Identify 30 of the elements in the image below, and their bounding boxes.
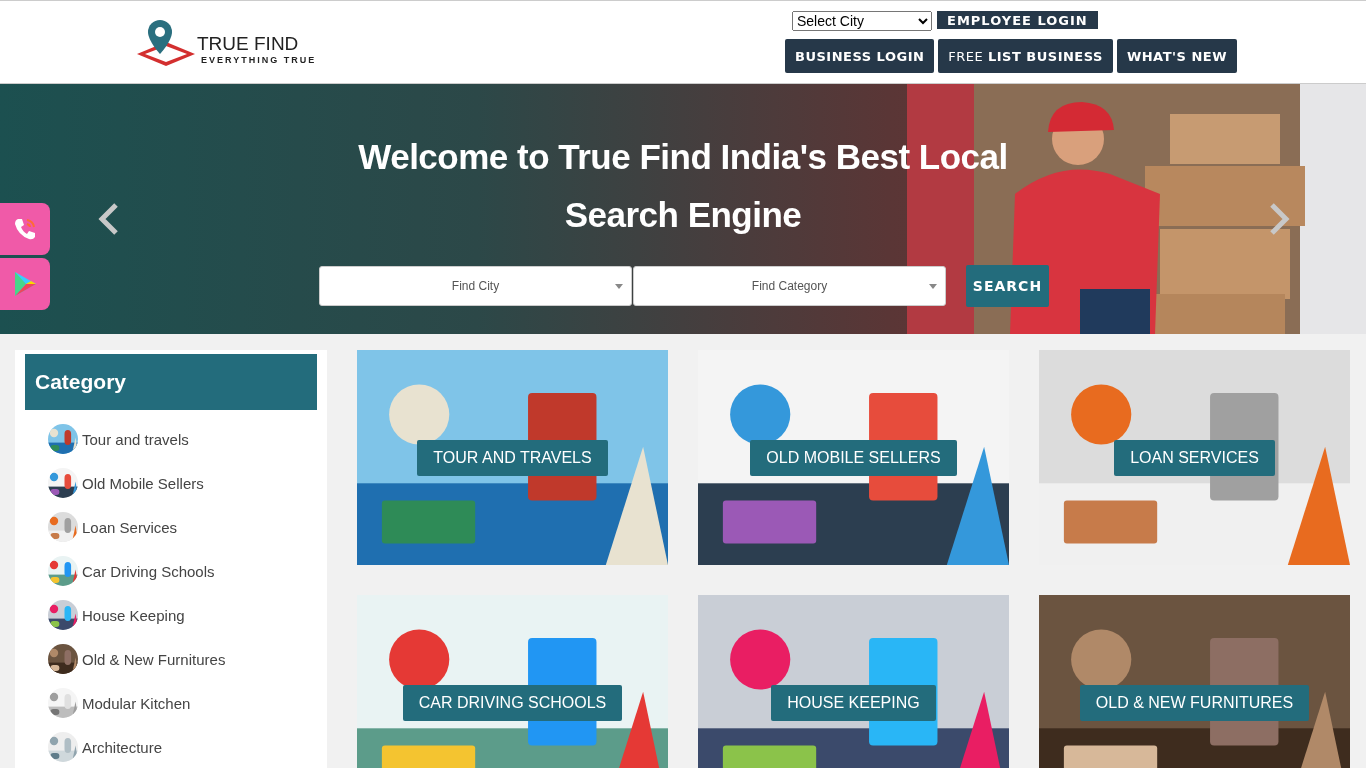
category-heading: Category [25,354,317,410]
dropdown-field[interactable]: Find City [319,266,632,306]
category-card-button[interactable]: TOUR AND TRAVELS [417,439,608,476]
nav-button[interactable]: WHAT'S NEW [1116,39,1237,73]
category-card-button[interactable]: CAR DRIVING SCHOOLS [402,684,623,721]
phone-icon [12,216,38,242]
category-card-button[interactable]: LOAN SERVICES [1114,439,1275,476]
call-button[interactable] [0,203,50,255]
employee-login-button[interactable]: EMPLOYEE LOGIN [937,11,1098,29]
category-link[interactable]: Architecture [82,738,163,756]
category-link[interactable]: Loan Services [82,518,178,536]
search-button[interactable]: SEARCH [966,265,1049,307]
logo-tagline: EVERYTHING TRUE [200,54,317,66]
play-store-icon [12,271,38,297]
category-link[interactable]: Old Mobile Sellers [82,474,204,492]
hero-heading: Welcome to True Find India's Best Local Search Engine [357,136,1009,236]
city-select[interactable]: Select City [792,11,932,31]
category-card-button[interactable]: HOUSE KEEPING [771,684,936,721]
category-link[interactable]: House Keeping [82,606,185,624]
category-link[interactable]: Modular Kitchen [82,694,191,712]
dropdown-field[interactable]: Find Category [633,266,946,306]
app-store-button[interactable] [0,258,50,310]
category-link[interactable]: Old & New Furnitures [82,650,226,668]
logo-title: TRUE FIND [197,34,300,54]
nav-button[interactable]: BUSINESS LOGIN [785,39,935,73]
category-link[interactable]: Tour and travels [82,430,189,448]
nav-button[interactable]: FREE LIST BUSINESS [938,39,1113,73]
category-card-button[interactable]: OLD MOBILE SELLERS [750,439,957,476]
category-link[interactable]: Car Driving Schools [82,562,215,580]
category-card-button[interactable]: OLD & NEW FURNITURES [1079,684,1310,721]
